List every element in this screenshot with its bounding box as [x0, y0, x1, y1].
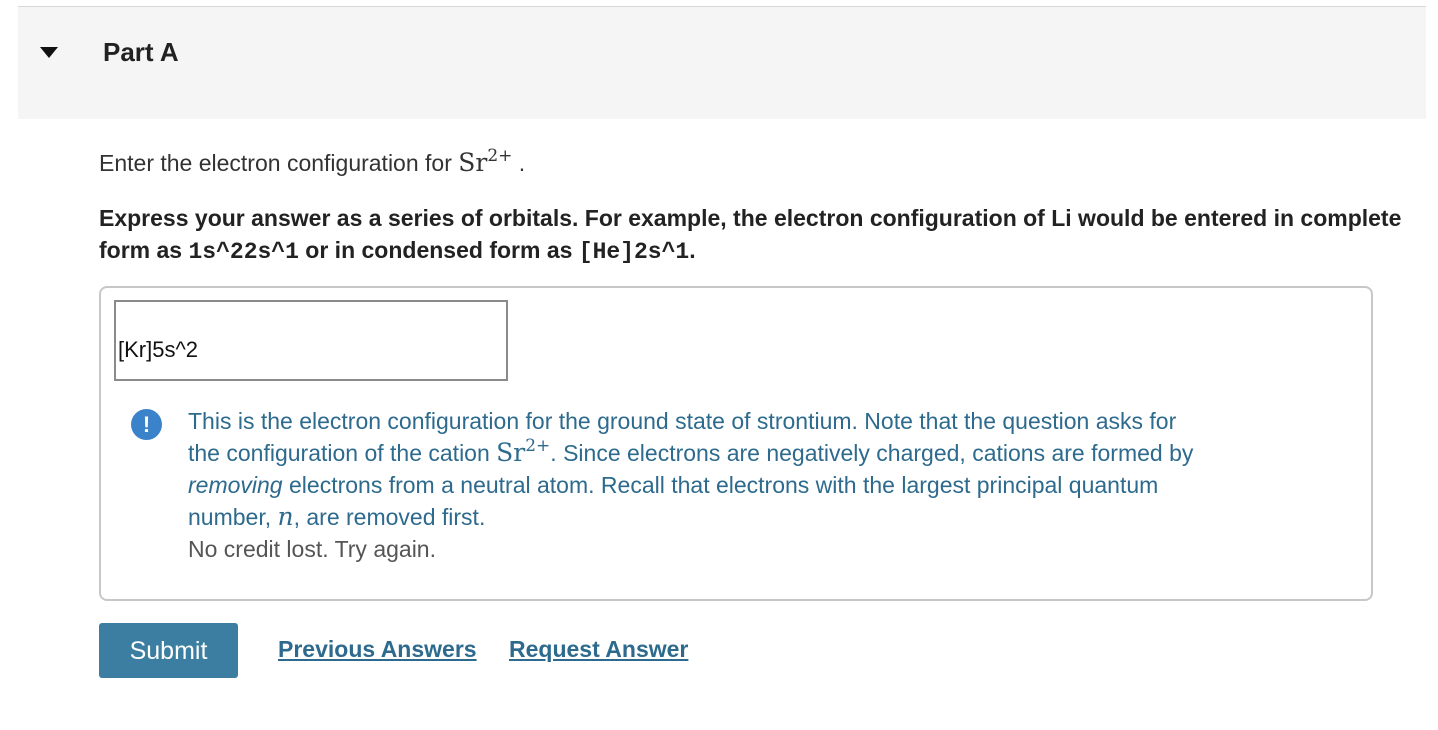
- part-header[interactable]: [18, 7, 1426, 119]
- feedback-line-2-prefix: the configuration of the cation: [188, 440, 497, 466]
- emphasis-removing: removing: [188, 472, 283, 498]
- submit-button[interactable]: Submit: [99, 623, 238, 678]
- prompt-period: .: [518, 150, 526, 176]
- answer-input[interactable]: [114, 300, 508, 381]
- part-title: Part A: [103, 37, 179, 67]
- example-complete-form: 1s^22s^1: [188, 239, 299, 265]
- feedback-message: This is the electron configuration for t…: [188, 405, 1348, 565]
- quantum-number-variable: n: [277, 502, 294, 531]
- collapse-triangle-icon[interactable]: [40, 47, 58, 58]
- cation-charge: 2+: [525, 436, 551, 456]
- feedback-line-1: This is the electron configuration for t…: [188, 408, 1177, 434]
- feedback-line-2: the configuration of the cation Sr2+. Si…: [188, 437, 1348, 469]
- cation-symbol: Sr: [496, 438, 526, 467]
- request-answer-link[interactable]: Request Answer: [509, 636, 688, 663]
- species-charge: 2+: [487, 146, 513, 166]
- answer-instructions: Express your answer as a series of orbit…: [99, 202, 1429, 268]
- prompt-text: Enter the electron configuration for: [99, 150, 459, 176]
- feedback-line-4-prefix: number,: [188, 504, 278, 530]
- instructions-text-3: .: [689, 237, 696, 263]
- example-condensed-form: [He]2s^1: [578, 239, 690, 265]
- feedback-line-2-suffix: . Since electrons are negatively charged…: [550, 440, 1194, 466]
- exclamation-icon: !: [131, 409, 162, 440]
- feedback-line-3-rest: electrons from a neutral atom. Recall th…: [282, 472, 1159, 498]
- credit-status: No credit lost. Try again.: [188, 536, 436, 562]
- feedback-line-4-suffix: , are removed first.: [293, 504, 486, 530]
- instructions-text-2: or in condensed form as: [298, 237, 579, 263]
- species-symbol: Sr: [458, 148, 488, 177]
- feedback-line-4: number, n, are removed first.: [188, 501, 1348, 533]
- species-formula: Sr2+: [458, 146, 513, 178]
- feedback-line-3: removing electrons from a neutral atom. …: [188, 469, 1348, 501]
- previous-answers-link[interactable]: Previous Answers: [278, 636, 477, 663]
- question-prompt: Enter the electron configuration for Sr2…: [99, 146, 526, 178]
- cation-formula: Sr2+: [496, 436, 551, 468]
